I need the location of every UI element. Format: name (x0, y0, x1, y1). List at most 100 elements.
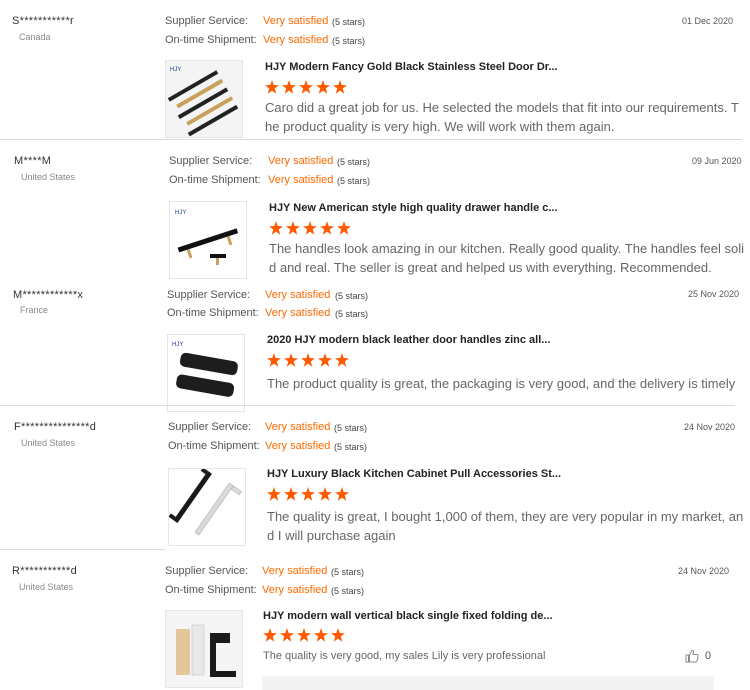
ontime-shipment-stars: (5 stars) (334, 442, 368, 452)
svg-text:HJY: HJY (170, 67, 181, 73)
buyer-name: R***********d (12, 565, 78, 577)
ontime-shipment-label: On-time Shipment: (167, 307, 259, 319)
supplier-service-label: Supplier Service: (165, 565, 249, 577)
supplier-service-stars: (5 stars) (331, 567, 365, 577)
product-image (166, 611, 242, 687)
buyer-country: United States (21, 438, 76, 448)
star-icon (333, 80, 347, 94)
divider (0, 549, 165, 550)
star-icon (299, 80, 313, 94)
like-count: 0 (705, 650, 712, 662)
star-icon (280, 628, 294, 642)
star-icon (303, 221, 317, 235)
product-thumbnail[interactable] (165, 610, 243, 688)
divider (0, 405, 735, 406)
ontime-shipment-stars: (5 stars) (331, 586, 365, 596)
supplier-service-value: Very satisfied (265, 421, 331, 433)
supplier-service-label: Supplier Service: (165, 15, 249, 27)
thumbs-up-icon (685, 649, 699, 663)
product-image: HJY (166, 61, 242, 137)
star-icon (335, 487, 349, 501)
star-icon (335, 353, 349, 367)
supplier-service-stars: (5 stars) (334, 423, 368, 433)
star-icon (263, 628, 277, 642)
product-thumbnail[interactable]: HJY (169, 201, 247, 279)
product-thumbnail[interactable] (168, 468, 246, 546)
ontime-shipment-value: Very satisfied (263, 34, 329, 46)
star-icon (318, 353, 332, 367)
review-date: 24 Nov 2020 (684, 422, 736, 432)
star-icon (267, 353, 281, 367)
supplier-service-value: Very satisfied (265, 289, 331, 301)
buyer-country: France (20, 305, 49, 315)
star-icon (297, 628, 311, 642)
ontime-shipment-stars: (5 stars) (332, 36, 366, 46)
product-thumbnail[interactable]: HJY (167, 334, 245, 412)
rating-stars (263, 628, 345, 642)
ontime-shipment-value: Very satisfied (265, 440, 331, 452)
ontime-shipment-label: On-time Shipment: (168, 440, 260, 452)
star-icon (316, 80, 330, 94)
ontime-shipment-label: On-time Shipment: (165, 584, 257, 596)
star-icon (269, 221, 283, 235)
star-icon (286, 221, 300, 235)
ontime-shipment-stars: (5 stars) (337, 176, 371, 186)
ontime-shipment-value: Very satisfied (262, 584, 328, 596)
supplier-service-stars: (5 stars) (332, 17, 366, 27)
review-comment: The handles look amazing in our kitchen.… (269, 241, 745, 275)
product-title[interactable]: HJY Luxury Black Kitchen Cabinet Pull Ac… (267, 468, 561, 480)
product-image: HJY (170, 202, 246, 278)
supplier-service-label: Supplier Service: (169, 155, 253, 167)
product-title[interactable]: HJY Modern Fancy Gold Black Stainless St… (265, 61, 558, 73)
star-icon (331, 628, 345, 642)
product-title[interactable]: HJY New American style high quality draw… (269, 202, 558, 214)
like-button[interactable]: 0 (685, 649, 711, 663)
ontime-shipment-label: On-time Shipment: (165, 34, 257, 46)
ontime-shipment-value: Very satisfied (268, 174, 334, 186)
product-title[interactable]: 2020 HJY modern black leather door handl… (267, 334, 550, 346)
star-icon (337, 221, 351, 235)
review-comment: Caro did a great job for us. He selected… (265, 100, 739, 134)
product-title[interactable]: HJY modern wall vertical black single fi… (263, 610, 553, 622)
rating-stars (265, 80, 347, 94)
svg-text:HJY: HJY (175, 210, 186, 216)
star-icon (320, 221, 334, 235)
rating-stars (267, 487, 349, 501)
buyer-name: M****M (14, 155, 52, 167)
star-icon (301, 487, 315, 501)
buyer-name: F***************d (14, 421, 97, 433)
product-image: HJY (168, 335, 244, 411)
supplier-service-label: Supplier Service: (167, 289, 251, 301)
supplier-service-stars: (5 stars) (337, 157, 371, 167)
reply-area (262, 676, 714, 690)
review-comment: The product quality is great, the packag… (267, 376, 736, 391)
star-icon (284, 487, 298, 501)
review-date: 01 Dec 2020 (682, 16, 734, 26)
rating-stars (269, 221, 351, 235)
supplier-service-value: Very satisfied (262, 565, 328, 577)
supplier-service-label: Supplier Service: (168, 421, 252, 433)
review-comment: The quality is great, I bought 1,000 of … (267, 509, 744, 543)
buyer-name: S***********r (12, 15, 74, 27)
ontime-shipment-stars: (5 stars) (335, 309, 369, 319)
review-date: 25 Nov 2020 (688, 289, 740, 299)
star-icon (314, 628, 328, 642)
star-icon (301, 353, 315, 367)
rating-stars (267, 353, 349, 367)
supplier-service-value: Very satisfied (263, 15, 329, 27)
star-icon (267, 487, 281, 501)
star-icon (284, 353, 298, 367)
review-date: 24 Nov 2020 (678, 566, 730, 576)
buyer-country: United States (19, 582, 74, 592)
product-thumbnail[interactable]: HJY (165, 60, 243, 138)
star-icon (318, 487, 332, 501)
svg-text:HJY: HJY (172, 342, 183, 348)
star-icon (282, 80, 296, 94)
product-image (169, 469, 245, 545)
supplier-service-value: Very satisfied (268, 155, 334, 167)
divider (0, 139, 742, 140)
review-comment: The quality is very good, my sales Lily … (263, 650, 546, 662)
ontime-shipment-label: On-time Shipment: (169, 174, 261, 186)
review-date: 09 Jun 2020 (692, 156, 742, 166)
ontime-shipment-value: Very satisfied (265, 307, 331, 319)
